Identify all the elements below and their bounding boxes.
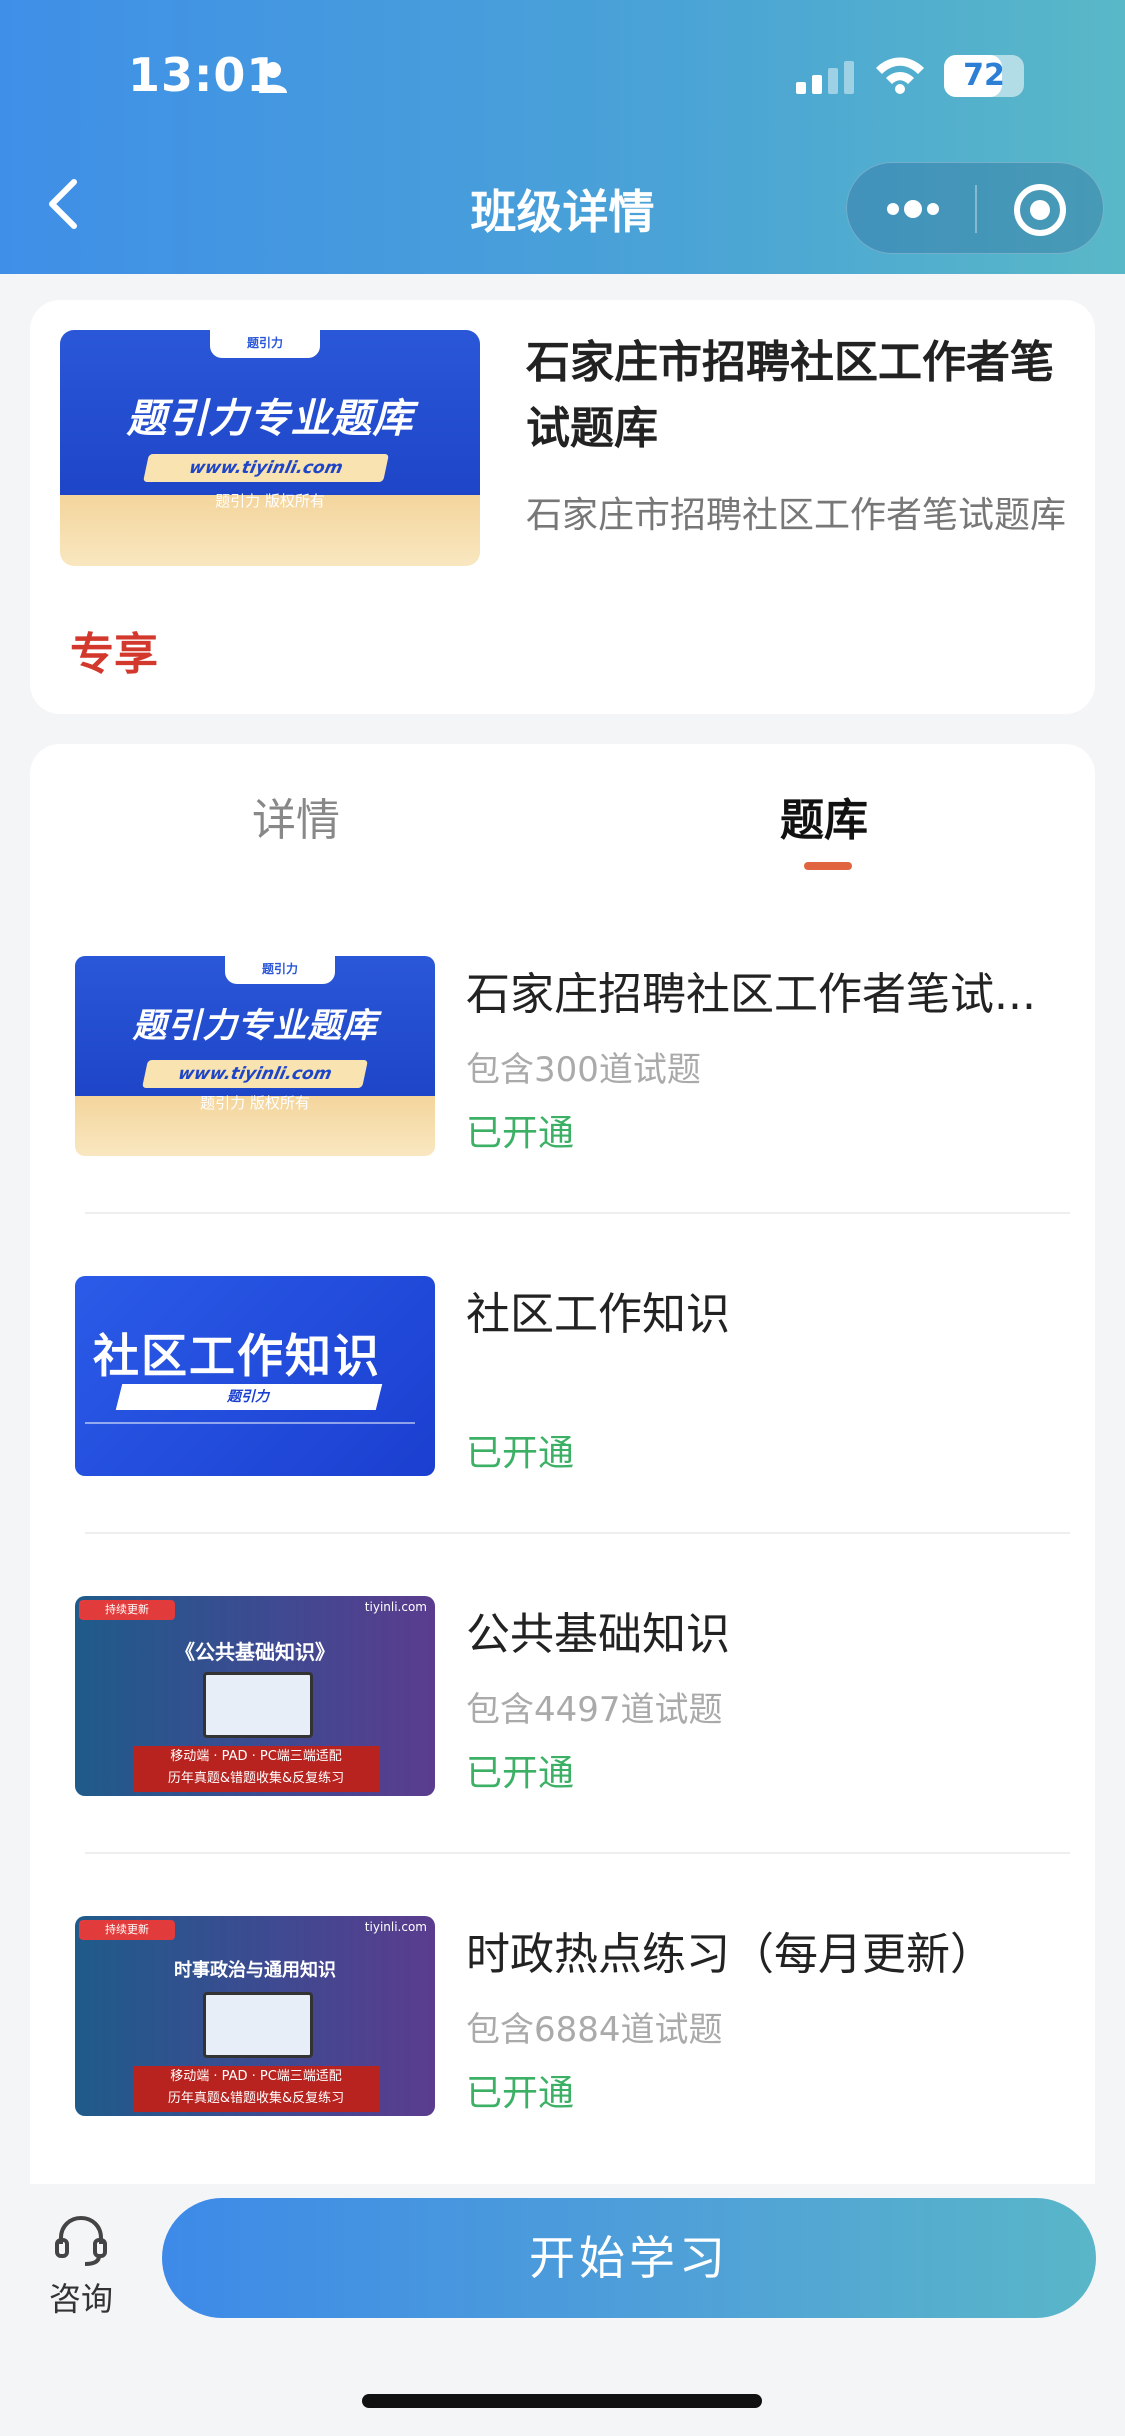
bank-status: 已开通	[466, 2073, 575, 2114]
header: 13:01 72 班级详情	[0, 0, 1125, 274]
bank-name: 石家庄招聘社区工作者笔试...	[466, 969, 1036, 1020]
home-indicator	[362, 2394, 762, 2408]
signal-icon	[796, 61, 854, 94]
cover-line	[85, 1422, 415, 1424]
bank-question-count: 包含300道试题	[466, 1050, 701, 1090]
more-icon[interactable]	[883, 193, 943, 225]
tab-question-bank[interactable]: 题库	[780, 784, 868, 848]
cover-badge: 持续更新	[79, 1920, 175, 1940]
cover-site: tiyinli.com	[364, 1920, 427, 1934]
bank-item-3[interactable]: 持续更新 tiyinli.com 《公共基础知识》 移动端 · PAD · PC…	[30, 1596, 1095, 1916]
mini-program-capsule	[846, 162, 1104, 254]
cover-headline: 时事政治与通用知识	[174, 1960, 336, 1981]
bank-status: 已开通	[466, 1113, 575, 1154]
cover-features-line-2: 历年真题&错题收集&反复练习	[167, 2091, 345, 2106]
start-learning-button[interactable]: 开始学习	[162, 2198, 1096, 2318]
person-icon	[259, 62, 287, 93]
cover-headline: 《公共基础知识》	[175, 1640, 335, 1664]
bank-name: 时政热点练习（每月更新）	[466, 1929, 994, 1980]
bank-status: 已开通	[466, 1433, 575, 1474]
cover-url: www.tiyinli.com	[142, 1060, 368, 1088]
bank-question-count: 包含4497道试题	[466, 1690, 723, 1730]
bank-cover-image: 持续更新 tiyinli.com 时事政治与通用知识 移动端 · PAD · P…	[75, 1916, 435, 2116]
cover-url: www.tiyinli.com	[143, 454, 389, 482]
course-subtitle: 石家庄市招聘社区工作者笔试题库	[526, 495, 1067, 536]
course-title: 石家庄市招聘社区工作者笔试题库	[526, 337, 1054, 454]
bank-name: 社区工作知识	[466, 1289, 730, 1340]
cover-headline: 社区工作知识	[93, 1329, 381, 1383]
headset-icon	[55, 2215, 107, 2266]
battery-text: 72	[963, 58, 1005, 93]
cover-headline: 题引力专业题库	[132, 1006, 378, 1046]
capsule-divider	[975, 185, 977, 233]
cover-features-line-1: 移动端 · PAD · PC端三端适配	[170, 2069, 342, 2084]
bank-cover-image: 持续更新 tiyinli.com 《公共基础知识》 移动端 · PAD · PC…	[75, 1596, 435, 1796]
bank-question-count: 包含6884道试题	[466, 2010, 723, 2050]
cover-headline: 题引力专业题库	[126, 396, 414, 442]
wifi-icon	[876, 57, 924, 94]
bank-cover-image: 题引力 题引力专业题库 www.tiyinli.com 题引力 版权所有	[75, 956, 435, 1156]
bank-name: 公共基础知识	[466, 1609, 730, 1660]
cover-features: 移动端 · PAD · PC端三端适配 历年真题&错题收集&反复练习	[133, 2066, 379, 2112]
cover-site: tiyinli.com	[364, 1600, 427, 1614]
cover-features: 移动端 · PAD · PC端三端适配 历年真题&错题收集&反复练习	[133, 1746, 379, 1792]
active-tab-indicator	[804, 862, 852, 870]
bank-item-1[interactable]: 题引力 题引力专业题库 www.tiyinli.com 题引力 版权所有 石家庄…	[30, 956, 1095, 1276]
bank-status: 已开通	[466, 1753, 575, 1794]
consult-label: 咨询	[48, 2280, 113, 2318]
bank-item-2[interactable]: 社区工作知识 题引力 社区工作知识 已开通	[30, 1276, 1095, 1596]
divider	[85, 1212, 1070, 1214]
cover-features-line-2: 历年真题&错题收集&反复练习	[167, 1771, 345, 1786]
cover-logo: 题引力	[225, 956, 335, 984]
question-bank-panel: 详情 题库 题引力 题引力专业题库 www.tiyinli.com 题引力 版权…	[30, 744, 1095, 2184]
consult-button[interactable]: 咨询	[46, 2214, 116, 2324]
exclusive-tag: 专享	[70, 629, 158, 680]
course-cover-image: 题引力 题引力专业题库 www.tiyinli.com 题引力 版权所有	[60, 330, 480, 566]
laptop-illustration	[203, 1672, 313, 1738]
divider	[85, 1532, 1070, 1534]
laptop-illustration	[203, 1992, 313, 2058]
bank-cover-image: 社区工作知识 题引力	[75, 1276, 435, 1476]
cover-features-line-1: 移动端 · PAD · PC端三端适配	[170, 1749, 342, 1764]
tab-detail[interactable]: 详情	[252, 784, 340, 848]
cover-badge: 持续更新	[79, 1600, 175, 1620]
cover-copyright: 题引力 版权所有	[215, 492, 325, 510]
cover-copyright: 题引力 版权所有	[200, 1094, 310, 1112]
course-card: 题引力 题引力专业题库 www.tiyinli.com 题引力 版权所有 石家庄…	[30, 300, 1095, 714]
target-icon[interactable]	[1013, 183, 1067, 237]
battery-indicator: 72	[944, 55, 1024, 97]
cover-logo: 题引力	[210, 330, 320, 358]
cover-subtitle: 题引力	[115, 1384, 383, 1410]
divider	[85, 1852, 1070, 1854]
